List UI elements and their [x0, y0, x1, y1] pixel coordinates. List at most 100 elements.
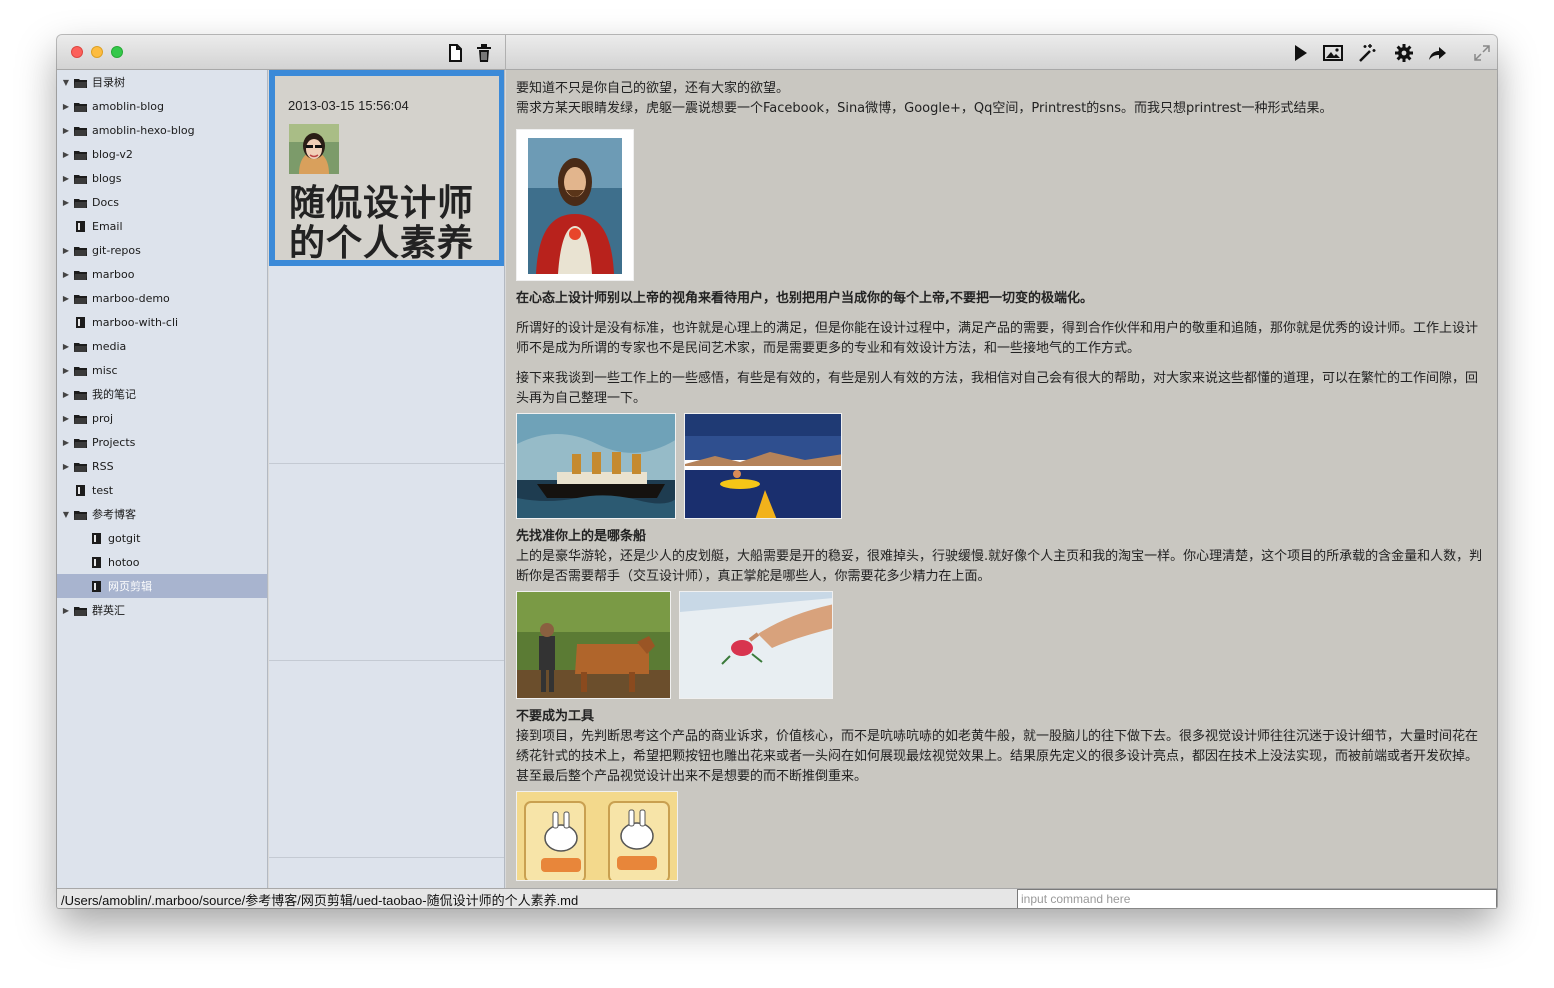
sidebar-item[interactable]: ▶ marboo — [57, 262, 267, 286]
folder-icon — [74, 148, 88, 160]
document-icon — [74, 316, 88, 328]
folder-icon — [74, 124, 88, 136]
sidebar-item-label: test — [92, 483, 114, 497]
jesus-portrait-image — [516, 129, 634, 281]
magic-wand-icon — [1359, 44, 1376, 62]
avatar — [289, 124, 339, 174]
insert-image-button[interactable] — [1322, 42, 1344, 64]
minimize-window-button[interactable] — [91, 46, 103, 58]
magic-button[interactable] — [1355, 42, 1377, 64]
sidebar-item-label: Docs — [92, 195, 119, 209]
sidebar-item[interactable]: ▶ Projects — [57, 430, 267, 454]
sidebar-item[interactable]: Email — [57, 214, 267, 238]
folder-icon — [74, 76, 88, 88]
sidebar-item[interactable]: ▶ proj — [57, 406, 267, 430]
expand-triangle-icon[interactable]: ▶ — [61, 246, 71, 255]
toolbar — [57, 35, 1497, 70]
document-icon — [74, 484, 88, 496]
article-paragraph: 接下来我谈到一些工作上的一些感悟，有些是有效的，有些是别人有效的方法，我相信对自… — [516, 371, 1479, 406]
preview-pane: 要知道不只是你自己的欲望，还有大家的欲望。 需求方某天眼睛发绿，虎躯一震说想要一… — [506, 70, 1497, 888]
collapse-triangle-icon[interactable]: ▼ — [61, 78, 71, 87]
sidebar-item-label: amoblin-hexo-blog — [92, 123, 195, 137]
expand-triangle-icon[interactable]: ▶ — [61, 366, 71, 375]
sidebar-item[interactable]: ▶ amoblin-hexo-blog — [57, 118, 267, 142]
expand-triangle-icon[interactable]: ▶ — [61, 270, 71, 279]
expand-triangle-icon[interactable]: ▶ — [61, 198, 71, 207]
list-divider — [269, 660, 504, 661]
command-input[interactable] — [1017, 889, 1497, 908]
sidebar-item[interactable]: ▶ 我的笔记 — [57, 382, 267, 406]
fullscreen-button[interactable] — [1471, 42, 1493, 64]
folder-icon — [74, 100, 88, 112]
sidebar-item[interactable]: ▶ media — [57, 334, 267, 358]
sidebar-item[interactable]: ▶ git-repos — [57, 238, 267, 262]
folder-tree: ▼ 目录树 ▶ amoblin-blog ▶ amoblin-hexo-blog ▶ blog… — [57, 70, 268, 888]
sidebar-item[interactable]: ▶ amoblin-blog — [57, 94, 267, 118]
titanic-ship-image — [516, 413, 676, 519]
delete-button[interactable] — [473, 42, 495, 64]
collapse-triangle-icon[interactable]: ▼ — [61, 510, 71, 519]
sidebar-item[interactable]: ▶ RSS — [57, 454, 267, 478]
hand-painting-image — [679, 591, 833, 699]
sidebar-item-label: 群英汇 — [92, 604, 125, 617]
sidebar-item[interactable]: hotoo — [57, 550, 267, 574]
note-list: 2013-03-15 15:56:04 随侃设计师的个人素养 — [269, 70, 505, 888]
sidebar-item[interactable]: ▶ blog-v2 — [57, 142, 267, 166]
folder-icon — [74, 460, 88, 472]
list-divider — [269, 463, 504, 464]
sidebar-item[interactable]: gotgit — [57, 526, 267, 550]
note-card[interactable]: 2013-03-15 15:56:04 随侃设计师的个人素养 — [269, 70, 504, 266]
expand-triangle-icon[interactable]: ▶ — [61, 174, 71, 183]
folder-icon — [74, 436, 88, 448]
expand-triangle-icon[interactable]: ▶ — [61, 390, 71, 399]
article-heading: 先找准你上的是哪条船 — [516, 529, 647, 544]
share-arrow-icon — [1429, 47, 1446, 60]
document-icon — [90, 556, 104, 568]
sidebar-item[interactable]: ▼ 目录树 — [57, 70, 267, 94]
new-document-icon — [449, 44, 462, 62]
sidebar-item-label: Projects — [92, 435, 136, 449]
settings-button[interactable] — [1393, 42, 1415, 64]
sidebar-item[interactable]: ▶ marboo-demo — [57, 286, 267, 310]
kayak-image — [684, 413, 842, 519]
image-icon — [1323, 45, 1343, 61]
article-paragraph: 接到项目，先判断思考这个产品的商业诉求，价值核心，而不是吭哧吭哧的如老黄牛般，就… — [516, 729, 1479, 784]
expand-triangle-icon[interactable]: ▶ — [61, 294, 71, 303]
expand-triangle-icon[interactable]: ▶ — [61, 606, 71, 615]
note-title: 随侃设计师的个人素养 — [289, 183, 475, 264]
expand-triangle-icon[interactable]: ▶ — [61, 414, 71, 423]
expand-triangle-icon[interactable]: ▶ — [61, 102, 71, 111]
preview-button[interactable] — [1289, 42, 1311, 64]
sidebar-item-label: 参考博客 — [92, 508, 136, 521]
document-icon — [90, 580, 104, 592]
sidebar-item[interactable]: ▶ misc — [57, 358, 267, 382]
sidebar-item[interactable]: test — [57, 478, 267, 502]
gear-icon — [1395, 44, 1413, 62]
share-button[interactable] — [1426, 42, 1448, 64]
new-document-button[interactable] — [444, 42, 466, 64]
list-divider — [269, 857, 504, 858]
sidebar-item[interactable]: ▶ 群英汇 — [57, 598, 267, 622]
sidebar-item[interactable]: ▶ blogs — [57, 166, 267, 190]
expand-triangle-icon[interactable]: ▶ — [61, 150, 71, 159]
sidebar-item[interactable]: marboo-with-cli — [57, 310, 267, 334]
folder-icon — [74, 340, 88, 352]
note-date: 2013-03-15 15:56:04 — [288, 98, 409, 113]
sidebar-item[interactable]: ▶ Docs — [57, 190, 267, 214]
folder-icon — [74, 292, 88, 304]
expand-triangle-icon[interactable]: ▶ — [61, 126, 71, 135]
document-icon — [74, 220, 88, 232]
zoom-window-button[interactable] — [111, 46, 123, 58]
sidebar-item[interactable]: 网页剪辑 — [57, 574, 267, 598]
expand-triangle-icon[interactable]: ▶ — [61, 438, 71, 447]
trash-icon — [477, 44, 491, 62]
article-paragraph: 所谓好的设计是没有标准，也许就是心理上的满足，但是你能在设计过程中，满足产品的需… — [516, 321, 1479, 356]
sidebar-item-label: media — [92, 339, 127, 353]
expand-triangle-icon[interactable]: ▶ — [61, 462, 71, 471]
sidebar-item-label: git-repos — [92, 243, 141, 257]
folder-icon — [74, 508, 88, 520]
sidebar-item[interactable]: ▼ 参考博客 — [57, 502, 267, 526]
close-window-button[interactable] — [71, 46, 83, 58]
sidebar-item-label: misc — [92, 363, 118, 377]
expand-triangle-icon[interactable]: ▶ — [61, 342, 71, 351]
